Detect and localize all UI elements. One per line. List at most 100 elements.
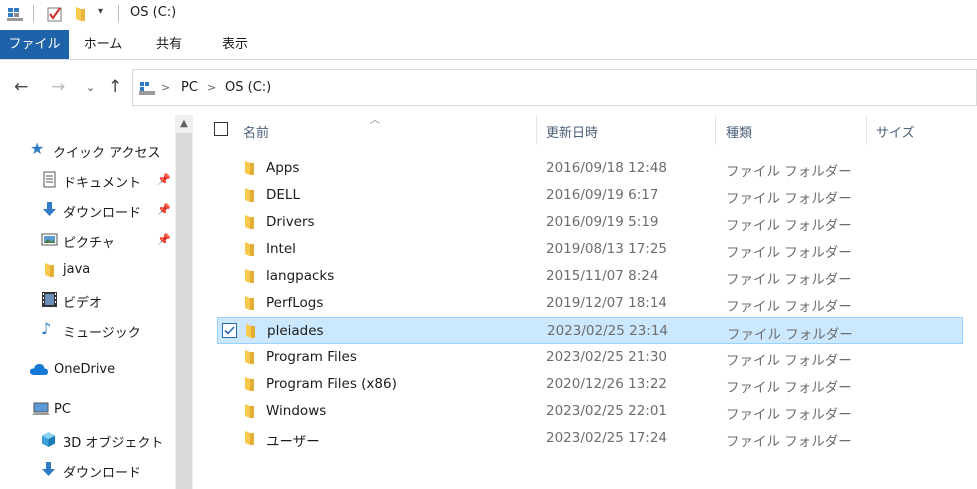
file-name: PerfLogs xyxy=(266,295,324,311)
ribbon-tabs: ファイル ホーム 共有 表示 xyxy=(0,30,977,60)
tab-file[interactable]: ファイル xyxy=(0,30,69,59)
column-divider[interactable] xyxy=(715,115,716,145)
file-name: Intel xyxy=(266,241,296,257)
folder-icon xyxy=(245,296,254,310)
pin-icon[interactable]: 📌 xyxy=(157,173,171,186)
file-name: pleiades xyxy=(267,323,324,339)
music-icon: ♪ xyxy=(41,319,52,338)
file-row[interactable]: PerfLogs 2019/12/07 18:14 ファイル フォルダー xyxy=(217,290,963,317)
tab-home[interactable]: ホーム xyxy=(76,30,130,59)
file-name: Program Files (x86) xyxy=(266,376,397,392)
column-header-date[interactable]: 更新日時 xyxy=(546,122,598,141)
breadcrumb-separator-icon: > xyxy=(207,81,217,94)
file-date: 2020/12/26 13:22 xyxy=(546,376,668,392)
tab-view[interactable]: 表示 xyxy=(208,30,262,59)
pin-icon[interactable]: 📌 xyxy=(157,233,171,246)
folder-icon xyxy=(245,242,254,256)
toolbar-separator xyxy=(118,5,119,22)
nav-scrollbar-thumb[interactable] xyxy=(176,133,192,489)
new-folder-icon[interactable] xyxy=(73,5,89,23)
title-bar: ▾ OS (C:) xyxy=(0,0,977,28)
up-arrow-icon[interactable]: ↑ xyxy=(108,77,122,97)
nav-item-java[interactable]: java xyxy=(0,257,175,283)
nav-item-pictures[interactable]: ピクチャ 📌 xyxy=(0,227,175,253)
file-type: ファイル フォルダー xyxy=(726,380,852,396)
file-type: ファイル フォルダー xyxy=(726,353,852,369)
file-name: Drivers xyxy=(266,214,315,230)
file-row[interactable]: pleiades 2023/02/25 23:14 ファイル フォルダー xyxy=(217,317,963,344)
file-row[interactable]: DELL 2016/09/19 6:17 ファイル フォルダー xyxy=(217,182,963,209)
column-divider[interactable] xyxy=(866,115,867,145)
file-name: langpacks xyxy=(266,268,335,284)
picture-icon xyxy=(41,233,58,246)
file-type: ファイル フォルダー xyxy=(727,327,853,343)
nav-item-onedrive[interactable]: OneDrive xyxy=(0,357,175,383)
column-header-type[interactable]: 種類 xyxy=(726,122,752,141)
file-date: 2023/02/25 22:01 xyxy=(546,403,668,419)
column-header-size[interactable]: サイズ xyxy=(876,122,915,141)
pin-icon[interactable]: 📌 xyxy=(157,203,171,216)
file-date: 2016/09/19 5:19 xyxy=(546,214,659,230)
file-name: DELL xyxy=(266,187,300,203)
nav-item-downloads-pc[interactable]: ダウンロード xyxy=(0,457,175,483)
column-header-name[interactable]: 名前 xyxy=(243,122,269,141)
navigation-pane: ★ クイック アクセス ドキュメント 📌 ダウンロード 📌 ピクチャ 📌 jav… xyxy=(0,115,195,489)
folder-icon xyxy=(245,269,254,283)
file-row[interactable]: ユーザー 2023/02/25 17:24 ファイル フォルダー xyxy=(217,425,963,452)
file-type: ファイル フォルダー xyxy=(726,245,852,261)
nav-item-documents[interactable]: ドキュメント 📌 xyxy=(0,167,175,193)
column-divider[interactable] xyxy=(536,115,537,145)
folder-icon xyxy=(245,431,254,445)
dropdown-arrow-icon[interactable]: ▾ xyxy=(98,6,103,17)
nav-item-pc[interactable]: PC xyxy=(0,397,175,423)
file-row[interactable]: Apps 2016/09/18 12:48 ファイル フォルダー xyxy=(217,155,963,182)
back-arrow-icon[interactable]: ← xyxy=(14,77,28,97)
file-row[interactable]: Program Files 2023/02/25 21:30 ファイル フォルダー xyxy=(217,344,963,371)
nav-item-quick-access[interactable]: ★ クイック アクセス xyxy=(0,137,175,163)
file-row[interactable]: Windows 2023/02/25 22:01 ファイル フォルダー xyxy=(217,398,963,425)
file-row[interactable]: langpacks 2015/11/07 8:24 ファイル フォルダー xyxy=(217,263,963,290)
folder-icon xyxy=(45,263,54,277)
file-type: ファイル フォルダー xyxy=(726,434,852,450)
star-icon: ★ xyxy=(30,139,45,158)
breadcrumb-os-c[interactable]: OS (C:) xyxy=(225,80,271,95)
nav-item-3d-objects[interactable]: 3D オブジェクト xyxy=(0,427,175,453)
folder-icon xyxy=(245,404,254,418)
nav-item-music[interactable]: ♪ ミュージック xyxy=(0,317,175,343)
nav-item-videos[interactable]: ビデオ xyxy=(0,287,175,313)
file-type: ファイル フォルダー xyxy=(726,299,852,315)
folder-icon xyxy=(246,324,255,338)
file-type: ファイル フォルダー xyxy=(726,191,852,207)
folder-icon xyxy=(245,377,254,391)
file-row[interactable]: Drivers 2016/09/19 5:19 ファイル フォルダー xyxy=(217,209,963,236)
checkmark-icon[interactable] xyxy=(46,5,64,23)
file-type: ファイル フォルダー xyxy=(726,272,852,288)
file-type: ファイル フォルダー xyxy=(726,407,852,423)
file-date: 2023/02/25 21:30 xyxy=(546,349,668,365)
download-icon xyxy=(43,202,56,216)
document-icon xyxy=(43,171,56,188)
select-all-checkbox[interactable] xyxy=(214,122,228,136)
file-name: Apps xyxy=(266,160,300,176)
folder-icon xyxy=(245,188,254,202)
properties-icon[interactable] xyxy=(6,5,26,23)
file-date: 2019/08/13 17:25 xyxy=(546,241,668,257)
scroll-up-icon[interactable]: ▲ xyxy=(175,115,193,133)
breadcrumb-pc[interactable]: PC xyxy=(181,80,198,95)
video-icon xyxy=(42,292,57,307)
file-date: 2015/11/07 8:24 xyxy=(546,268,659,284)
file-row[interactable]: Program Files (x86) 2020/12/26 13:22 ファイル … xyxy=(217,371,963,398)
cloud-icon xyxy=(30,364,48,375)
file-date: 2016/09/18 12:48 xyxy=(546,160,668,176)
file-row[interactable]: Intel 2019/08/13 17:25 ファイル フォルダー xyxy=(217,236,963,263)
recent-locations-icon[interactable]: ⌄ xyxy=(86,81,95,94)
address-bar[interactable]: > PC > OS (C:) xyxy=(132,69,977,106)
file-name: Program Files xyxy=(266,349,357,365)
file-date: 2023/02/25 17:24 xyxy=(546,430,668,446)
tab-share[interactable]: 共有 xyxy=(145,30,193,59)
window-title: OS (C:) xyxy=(130,5,177,20)
row-checkbox[interactable] xyxy=(222,323,237,338)
forward-arrow-icon[interactable]: → xyxy=(51,77,65,97)
nav-item-downloads[interactable]: ダウンロード 📌 xyxy=(0,197,175,223)
download-icon xyxy=(42,462,55,476)
